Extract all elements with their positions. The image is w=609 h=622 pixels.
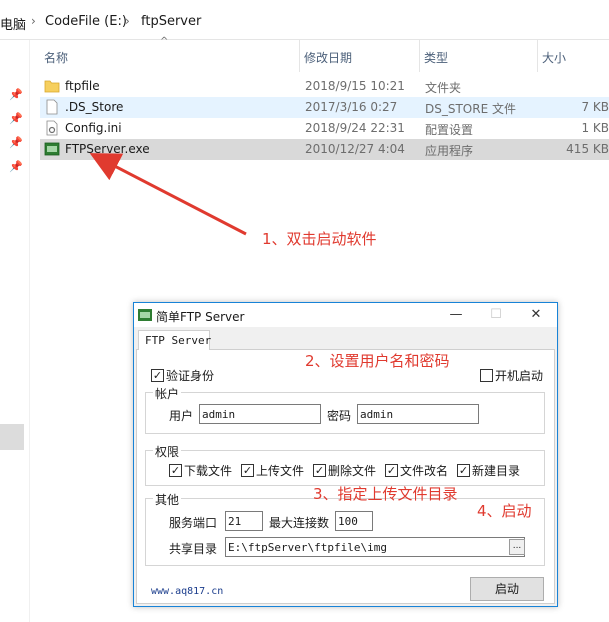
website-link[interactable]: www.aq817.cn	[151, 586, 223, 597]
share-directory-input[interactable]: E:\ftpServer\ftpfile\img	[225, 537, 525, 557]
checkmark-icon: ✓	[151, 369, 164, 382]
max-connections-label: 最大连接数	[269, 516, 330, 530]
checkmark-icon: ✓	[241, 464, 254, 477]
maximize-button: ☐	[490, 307, 502, 322]
annotation-step1: 1、双击启动软件	[262, 230, 377, 248]
arrow-step1	[89, 153, 247, 236]
permission-mkdir-checkbox[interactable]: ✓ 新建目录	[457, 462, 520, 479]
account-group-label: 帐户	[153, 385, 182, 402]
checkmark-icon: ✓	[313, 464, 326, 477]
checkmark-icon: ✓	[385, 464, 398, 477]
other-group-label: 其他	[153, 491, 182, 508]
share-directory-label: 共享目录	[169, 542, 218, 556]
password-label: 密码	[327, 409, 352, 423]
user-label: 用户	[169, 409, 194, 423]
verify-identity-checkbox[interactable]: ✓ 验证身份	[151, 367, 214, 384]
checkmark-icon: ✓	[457, 464, 470, 477]
settings-panel: ✓ 验证身份 开机启动 帐户 用户 admin 密码 admin 2、设置用户名…	[136, 350, 555, 604]
port-label: 服务端口	[169, 516, 218, 530]
username-input[interactable]: admin	[199, 404, 321, 424]
dialog-titlebar[interactable]: 简单FTP Server — ☐ ✕	[134, 303, 557, 327]
dialog-title: 简单FTP Server	[156, 310, 245, 324]
ftp-server-dialog: 简单FTP Server — ☐ ✕ FTP Server ✓ 验证身份 开机启…	[133, 302, 558, 607]
tab-ftp-server[interactable]: FTP Server	[138, 330, 211, 351]
annotation-step3: 3、指定上传文件目录	[313, 485, 458, 503]
start-button[interactable]: 启动	[470, 577, 544, 601]
tab-strip: FTP Server	[136, 330, 555, 351]
permission-delete-checkbox[interactable]: ✓ 删除文件	[313, 462, 376, 479]
permissions-group-label: 权限	[153, 443, 182, 460]
annotation-step2: 2、设置用户名和密码	[305, 352, 450, 370]
permission-download-checkbox[interactable]: ✓ 下载文件	[169, 462, 232, 479]
checkmark-icon: ✓	[169, 464, 182, 477]
max-connections-input[interactable]: 100	[335, 511, 373, 531]
checkbox-empty-icon	[480, 369, 493, 382]
port-input[interactable]: 21	[225, 511, 263, 531]
permission-rename-checkbox[interactable]: ✓ 文件改名	[385, 462, 448, 479]
password-input[interactable]: admin	[357, 404, 479, 424]
close-button[interactable]: ✕	[516, 303, 556, 327]
browse-button[interactable]: ...	[509, 539, 525, 555]
app-icon	[138, 309, 152, 321]
permission-upload-checkbox[interactable]: ✓ 上传文件	[241, 462, 304, 479]
autostart-checkbox[interactable]: 开机启动	[480, 367, 543, 384]
minimize-button[interactable]: —	[436, 303, 476, 327]
annotation-step4: 4、启动	[477, 502, 532, 520]
